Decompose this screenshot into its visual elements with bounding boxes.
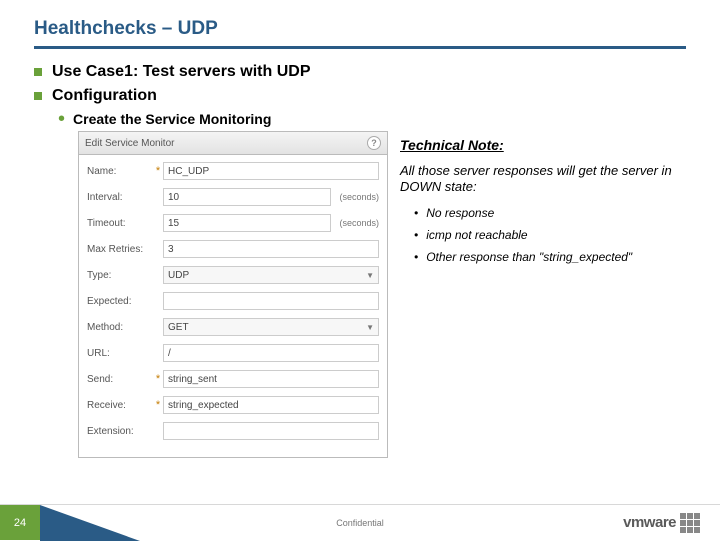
row-expected: Expected: [87, 291, 379, 311]
dialog-header: Edit Service Monitor ? [79, 132, 387, 155]
row-extension: Extension: [87, 421, 379, 441]
receive-input[interactable] [163, 396, 379, 414]
required-star-icon: * [153, 399, 163, 411]
bullet-config: Configuration [34, 87, 686, 105]
bullet-create: • Create the Service Monitoring [58, 111, 686, 127]
expected-input[interactable] [163, 292, 379, 310]
dot-bullet-icon: • [58, 111, 65, 127]
label-method: Method: [87, 322, 153, 333]
row-interval: Interval: (seconds) [87, 187, 379, 207]
method-select[interactable]: GET ▼ [163, 318, 379, 336]
url-input[interactable] [163, 344, 379, 362]
label-expected: Expected: [87, 296, 153, 307]
interval-unit: (seconds) [339, 192, 379, 202]
bullet-usecase: Use Case1: Test servers with UDP [34, 63, 686, 81]
bullet-create-text: Create the Service Monitoring [73, 111, 271, 127]
edit-service-monitor-dialog: Edit Service Monitor ? Name: * Interval:… [78, 131, 388, 458]
title-underline [34, 46, 686, 49]
row-method: Method: GET ▼ [87, 317, 379, 337]
note-item: Other response than "string_expected" [414, 250, 686, 264]
vmware-logo-text: vmware [623, 514, 676, 531]
footer: 24 Confidential vmware [0, 504, 720, 540]
label-timeout: Timeout: [87, 218, 153, 229]
label-receive: Receive: [87, 400, 153, 411]
label-url: URL: [87, 348, 153, 359]
bullet-config-text: Configuration [52, 87, 157, 105]
label-type: Type: [87, 270, 153, 281]
footer-triangle [40, 505, 140, 541]
label-interval: Interval: [87, 192, 153, 203]
timeout-unit: (seconds) [339, 218, 379, 228]
chevron-down-icon: ▼ [366, 323, 374, 332]
vmware-logo: vmware [623, 513, 700, 533]
send-input[interactable] [163, 370, 379, 388]
slide-title: Healthchecks – UDP [34, 18, 686, 46]
note-body: All those server responses will get the … [400, 163, 686, 196]
maxretries-input[interactable] [163, 240, 379, 258]
square-bullet-icon [34, 92, 42, 100]
name-input[interactable] [163, 162, 379, 180]
technical-note: Technical Note: All those server respons… [400, 131, 686, 458]
note-list: No response icmp not reachable Other res… [400, 206, 686, 264]
required-star-icon: * [153, 373, 163, 385]
note-title: Technical Note: [400, 137, 686, 153]
row-timeout: Timeout: (seconds) [87, 213, 379, 233]
extension-input[interactable] [163, 422, 379, 440]
required-star-icon: * [153, 165, 163, 177]
row-url: URL: [87, 343, 379, 363]
note-item: No response [414, 206, 686, 220]
row-name: Name: * [87, 161, 379, 181]
label-name: Name: [87, 166, 153, 177]
confidential-label: Confidential [336, 518, 384, 528]
row-type: Type: UDP ▼ [87, 265, 379, 285]
row-maxretries: Max Retries: [87, 239, 379, 259]
row-send: Send: * [87, 369, 379, 389]
type-value: UDP [168, 270, 189, 281]
label-maxretries: Max Retries: [87, 244, 153, 255]
interval-input[interactable] [163, 188, 331, 206]
chevron-down-icon: ▼ [366, 271, 374, 280]
row-receive: Receive: * [87, 395, 379, 415]
page-number: 24 [0, 505, 40, 540]
square-bullet-icon [34, 68, 42, 76]
method-value: GET [168, 322, 189, 333]
type-select[interactable]: UDP ▼ [163, 266, 379, 284]
label-extension: Extension: [87, 426, 153, 437]
bullet-usecase-text: Use Case1: Test servers with UDP [52, 63, 310, 81]
dialog-title: Edit Service Monitor [85, 138, 174, 149]
label-send: Send: [87, 374, 153, 385]
vmware-logo-icon [680, 513, 700, 533]
timeout-input[interactable] [163, 214, 331, 232]
help-icon[interactable]: ? [367, 136, 381, 150]
note-item: icmp not reachable [414, 228, 686, 242]
